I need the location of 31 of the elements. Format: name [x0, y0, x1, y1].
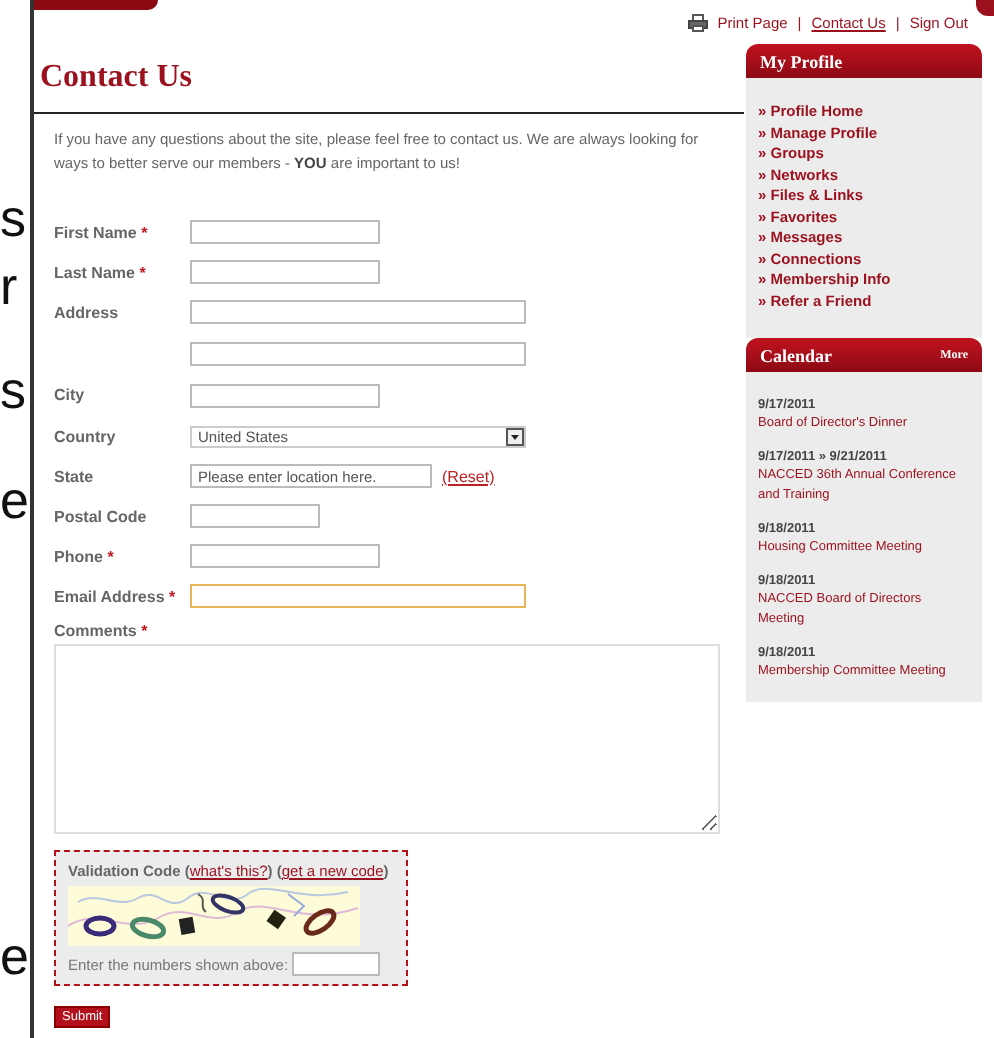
input-field[interactable]	[190, 584, 526, 608]
input-field[interactable]	[190, 220, 380, 244]
background-letter: s	[0, 192, 26, 244]
background-letter: e	[0, 930, 29, 982]
field-label: Last Name *	[54, 263, 146, 281]
field-label: Comments *	[54, 621, 148, 639]
background-letter: e	[0, 474, 29, 526]
caret-icon	[508, 429, 522, 443]
input-field[interactable]	[190, 260, 380, 284]
captcha-input[interactable]	[292, 952, 381, 976]
panel-title: Calendar	[760, 345, 832, 365]
field-label: Country	[54, 427, 116, 445]
background-letter: s	[0, 364, 26, 416]
input-field[interactable]	[190, 341, 526, 365]
input-field[interactable]	[190, 504, 320, 528]
field-label: First Name *	[54, 223, 148, 241]
field-label: City	[54, 386, 85, 404]
reset-link[interactable]: (Reset)	[442, 467, 495, 485]
input-field[interactable]	[190, 544, 380, 568]
input-field[interactable]	[190, 300, 526, 324]
input-field[interactable]	[190, 383, 380, 407]
page-title: Contact Us	[40, 60, 194, 98]
panel-header: My Profile	[746, 44, 982, 78]
field-label: Postal Code	[54, 507, 147, 525]
field-label: Email Address *	[54, 587, 176, 605]
field-label: Phone *	[54, 547, 114, 565]
field-label: State	[54, 467, 94, 485]
printer-icon[interactable]	[687, 14, 708, 32]
comments-field[interactable]	[54, 644, 720, 834]
background-letter: r	[0, 260, 18, 312]
field-label: Address	[54, 303, 119, 321]
